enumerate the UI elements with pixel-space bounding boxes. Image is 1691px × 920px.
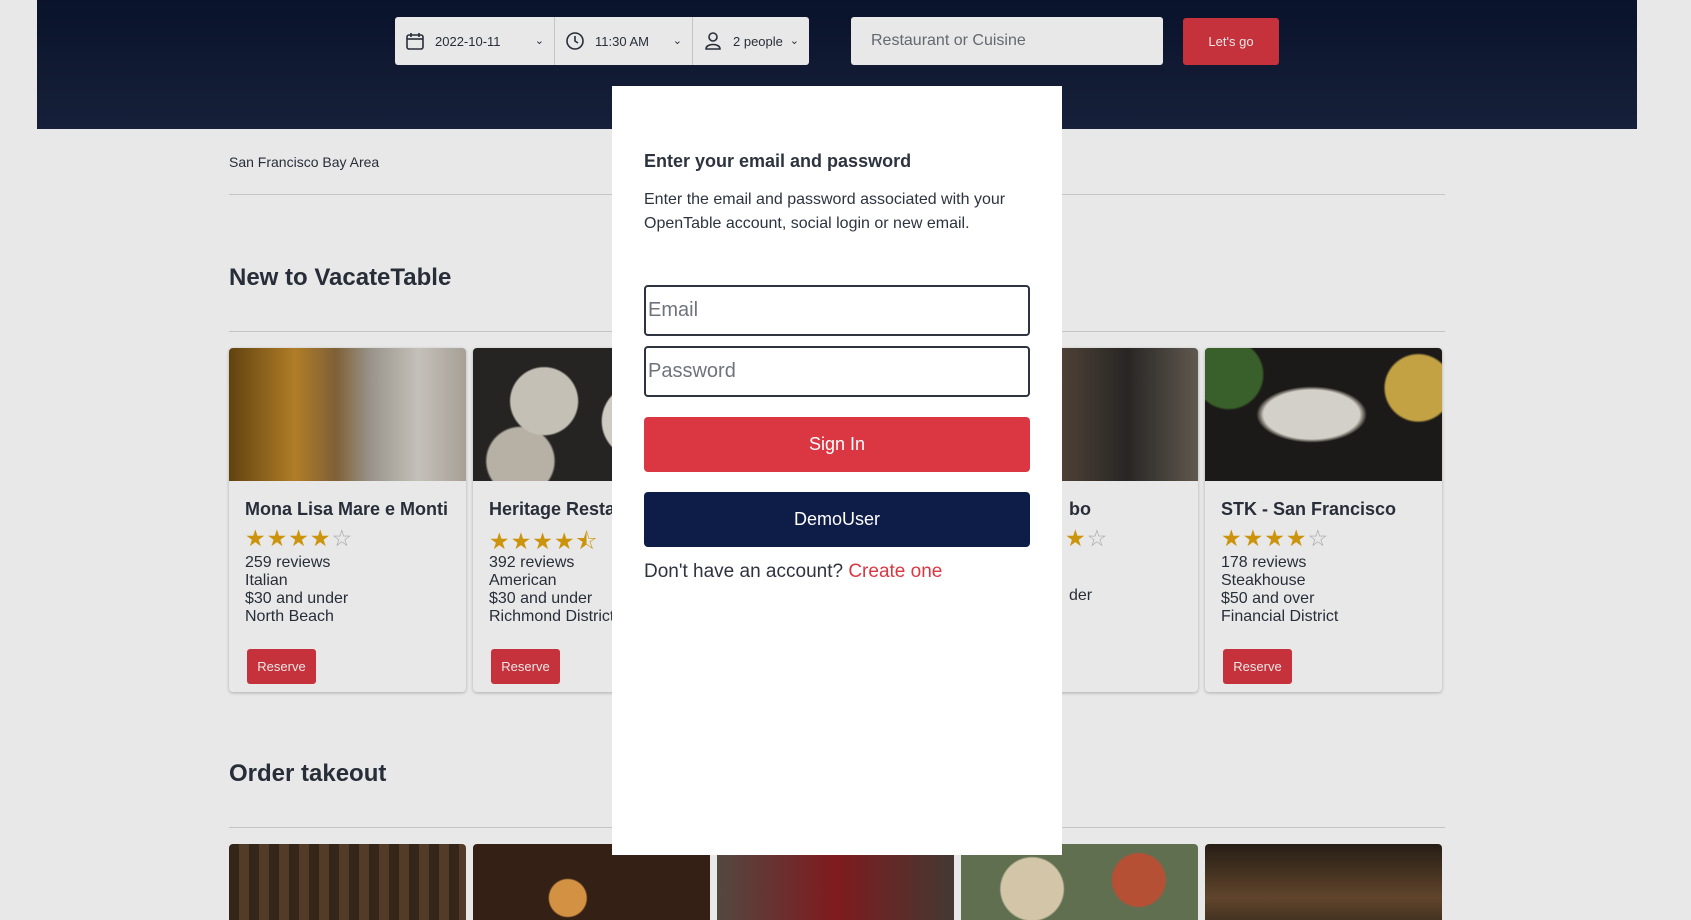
login-modal: Enter your email and password Enter the …: [612, 86, 1062, 855]
modal-title: Enter your email and password: [644, 151, 912, 171]
create-account-link[interactable]: Create one: [848, 561, 942, 582]
password-field[interactable]: [644, 346, 1030, 397]
demo-user-button[interactable]: DemoUser: [644, 492, 1030, 547]
signup-prompt-text: Don't have an account?: [644, 561, 844, 582]
signup-prompt: Don't have an account? Create one: [644, 561, 942, 583]
sign-in-button[interactable]: Sign In: [644, 417, 1030, 472]
modal-description: Enter the email and password associated …: [644, 191, 1006, 232]
email-field[interactable]: [644, 285, 1030, 336]
